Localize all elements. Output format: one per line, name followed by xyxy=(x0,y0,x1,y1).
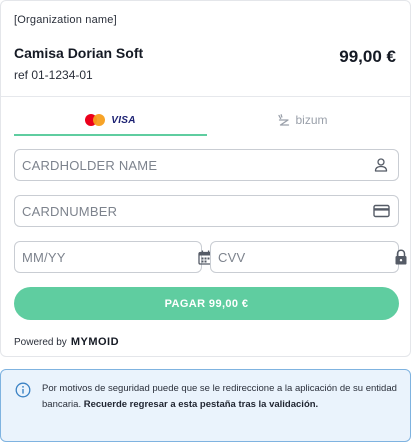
cardnumber-field xyxy=(14,195,399,227)
payment-method-tabs: VISA bizum xyxy=(14,105,399,137)
tab-bizum[interactable]: bizum xyxy=(207,105,399,135)
security-notice: Por motivos de seguridad puede que se le… xyxy=(0,369,411,442)
cardnumber-input[interactable] xyxy=(22,196,368,226)
user-icon xyxy=(368,150,394,180)
order-amount: 99,00 € xyxy=(339,47,396,66)
expiry-input[interactable] xyxy=(22,242,198,272)
powered-by-label: Powered by xyxy=(14,336,67,348)
cvv-input[interactable] xyxy=(218,242,394,272)
visa-logo: VISA xyxy=(111,114,136,126)
organization-name: [Organization name] xyxy=(14,14,117,26)
bizum-label: bizum xyxy=(295,113,328,127)
credit-card-icon xyxy=(368,196,394,226)
expiry-field xyxy=(14,241,213,273)
cvv-field xyxy=(210,241,407,273)
cardholder-field xyxy=(14,149,399,181)
product-reference: ref 01-1234-01 xyxy=(14,68,93,82)
cardholder-input[interactable] xyxy=(22,150,368,180)
header-divider xyxy=(1,96,410,97)
pay-button[interactable]: PAGAR 99,00 € xyxy=(14,287,399,320)
active-tab-indicator xyxy=(14,134,207,136)
mymoid-logo: MYMOID xyxy=(70,336,120,348)
product-name: Camisa Dorian Soft xyxy=(14,45,144,61)
info-icon xyxy=(15,382,31,403)
powered-by: Powered by MYMOID xyxy=(14,336,119,348)
lock-icon xyxy=(394,242,408,272)
bizum-logo-icon xyxy=(278,114,290,126)
security-notice-text: Por motivos de seguridad puede que se le… xyxy=(42,381,398,413)
payment-card: [Organization name] Camisa Dorian Soft r… xyxy=(0,0,411,357)
tab-card-payment[interactable]: VISA xyxy=(14,105,207,135)
notice-emphasis: Recuerde regresar a esta pestaña tras la… xyxy=(83,399,319,410)
mastercard-logo-icon xyxy=(85,114,106,126)
